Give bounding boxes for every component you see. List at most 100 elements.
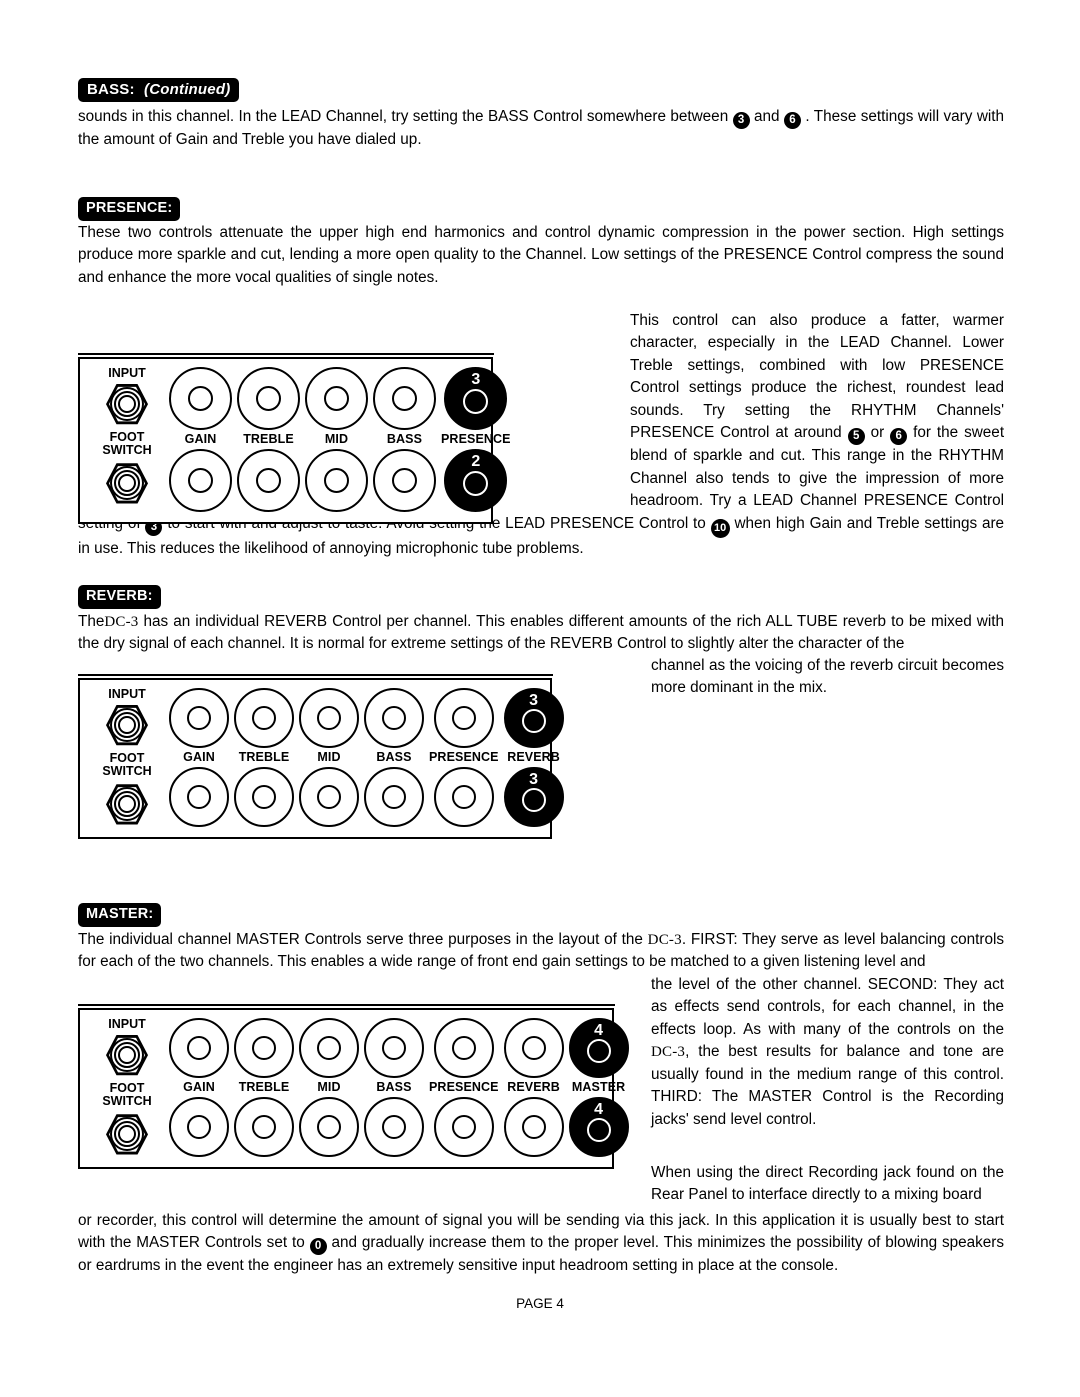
mid-top-knob[interactable] — [299, 688, 359, 748]
mid-top-knob[interactable] — [299, 1018, 359, 1078]
foot-switch-jack-icon[interactable] — [104, 460, 150, 506]
knob-column-gain: GAIN — [169, 688, 229, 828]
presence-bottom-knob[interactable] — [433, 767, 494, 828]
bass-body-paragraph: sounds in this channel. In the LEAD Chan… — [78, 106, 1004, 151]
master-bottom-knob-pointer — [586, 1118, 611, 1143]
master-paragraph: The individual channel MASTER Controls s… — [78, 929, 1004, 974]
reverb-panel-inner: INPUT FOOT SWITCH GAIN TREBLE MID BASS PRESENC… — [80, 680, 564, 837]
knob-label-treble: TREBLE — [243, 432, 294, 446]
mid-bottom-knob[interactable] — [299, 1097, 359, 1158]
bass-top-knob[interactable] — [364, 1018, 424, 1078]
knob-label-gain: GAIN — [183, 750, 215, 764]
bass-bottom-knob-pointer — [392, 468, 417, 494]
presence-bottom-knob[interactable]: 2 — [444, 449, 508, 513]
bass-top-knob[interactable] — [364, 688, 424, 748]
treble-top-knob[interactable] — [237, 367, 300, 430]
reverb-top-knob[interactable] — [503, 1018, 564, 1078]
reverb-top-knob-pointer — [521, 709, 546, 733]
foot-switch-jack-icon[interactable] — [104, 781, 150, 827]
presence-amp-panel: INPUT FOOT SWITCH GAIN TREBLE MID BASS 3 PRESEN… — [77, 352, 510, 525]
master-heading-label: MASTER: — [78, 903, 162, 927]
presence-panel-inner: INPUT FOOT SWITCH GAIN TREBLE MID BASS 3 PRESEN… — [80, 359, 510, 522]
gain-bottom-knob-pointer — [187, 1115, 211, 1140]
knob-column-reverb: 3 REVERB 3 — [503, 688, 564, 828]
presence-bottom-knob-pointer — [451, 785, 476, 810]
presence-bottom-knob[interactable] — [433, 1097, 494, 1158]
gain-bottom-knob[interactable] — [169, 1097, 229, 1158]
gain-top-knob[interactable] — [169, 367, 232, 430]
input-jack-icon[interactable] — [104, 381, 150, 427]
knob-column-bass: BASS — [373, 367, 436, 513]
master-bottom-paragraph: or recorder, this control will determine… — [78, 1210, 1004, 1278]
reverb-bottom-knob-value: 3 — [529, 771, 539, 789]
reverb-panel-jack-column: INPUT FOOT SWITCH — [90, 687, 164, 827]
input-jack-icon[interactable] — [104, 1032, 150, 1078]
bass-badge-3: 3 — [732, 112, 750, 129]
bass-bottom-knob[interactable] — [364, 767, 424, 828]
knob-column-mid: MID — [299, 1018, 359, 1158]
knob-label-mid: MID — [317, 1080, 341, 1094]
bass-top-knob-pointer — [382, 1036, 406, 1060]
gain-top-knob[interactable] — [169, 1018, 229, 1078]
foot-switch-jack-label: FOOT SWITCH — [102, 1081, 152, 1109]
bass-top-knob[interactable] — [373, 367, 436, 430]
master-heading-chip: MASTER: — [78, 903, 162, 927]
knob-label-master: MASTER — [571, 1080, 626, 1094]
reverb-top-knob-pointer — [521, 1036, 546, 1060]
reverb-top-knob[interactable]: 3 — [503, 688, 564, 748]
gain-top-knob-pointer — [187, 1036, 211, 1060]
bass-bottom-knob[interactable] — [373, 449, 436, 513]
gain-bottom-knob[interactable] — [169, 449, 232, 513]
knob-column-treble: TREBLE — [234, 1018, 294, 1158]
gain-bottom-knob-pointer — [188, 468, 213, 494]
mid-top-knob[interactable] — [305, 367, 368, 430]
presence-top-knob[interactable] — [433, 688, 494, 748]
treble-bottom-knob[interactable] — [234, 767, 294, 828]
reverb-bottom-knob[interactable]: 3 — [503, 767, 564, 828]
reverb-model-name: DC-3 — [104, 614, 139, 630]
gain-top-knob[interactable] — [169, 688, 229, 748]
presence-paragraph-2-b: or — [870, 424, 885, 442]
foot-switch-jack-label: FOOT SWITCH — [102, 751, 152, 779]
knob-label-presence: PRESENCE — [429, 750, 499, 764]
master-side-text-b: , the best results for balance and tone … — [651, 1043, 1004, 1128]
presence-paragraph-1: These two controls attenuate the upper h… — [78, 224, 1004, 286]
mid-bottom-knob[interactable] — [299, 767, 359, 828]
knob-label-gain: GAIN — [183, 1080, 215, 1094]
presence-panel-jack-column: INPUT FOOT SWITCH — [90, 366, 164, 506]
reverb-bottom-knob[interactable] — [503, 1097, 564, 1158]
knob-label-mid: MID — [317, 750, 341, 764]
reverb-paragraph-a: The — [78, 613, 105, 630]
master-paragraph-a: The individual channel MASTER Controls s… — [78, 931, 643, 948]
presence-top-knob-pointer — [451, 1036, 476, 1060]
reverb-side-paragraph: channel as the voicing of the reverb cir… — [651, 657, 1004, 697]
presence-top-knob[interactable] — [433, 1018, 494, 1078]
knob-column-master: 4 MASTER 4 — [568, 1018, 629, 1158]
mid-bottom-knob[interactable] — [305, 449, 368, 513]
mid-top-knob-pointer — [317, 1036, 341, 1060]
treble-bottom-knob[interactable] — [234, 1097, 294, 1158]
bass-heading-label: BASS: — [87, 81, 135, 98]
input-jack-icon[interactable] — [104, 702, 150, 748]
knob-column-gain: GAIN — [169, 1018, 229, 1158]
master-panel-jack-column: INPUT FOOT SWITCH — [90, 1017, 164, 1157]
foot-switch-jack-icon[interactable] — [104, 1111, 150, 1157]
master-bottom-knob[interactable]: 4 — [568, 1097, 629, 1158]
presence-bottom-knob-pointer — [451, 1115, 476, 1140]
presence-bottom-knob-value: 2 — [471, 453, 481, 471]
gain-bottom-knob[interactable] — [169, 767, 229, 828]
treble-bottom-knob[interactable] — [237, 449, 300, 513]
master-top-knob[interactable]: 4 — [568, 1018, 629, 1078]
treble-bottom-knob-pointer — [256, 468, 281, 494]
mid-bottom-knob-pointer — [317, 785, 341, 810]
presence-top-knob[interactable]: 3 — [444, 367, 508, 430]
page-footer: PAGE 4 — [516, 1296, 564, 1311]
treble-top-knob[interactable] — [234, 1018, 294, 1078]
reverb-heading-chip: REVERB: — [78, 585, 161, 609]
bass-bottom-knob[interactable] — [364, 1097, 424, 1158]
treble-top-knob[interactable] — [234, 688, 294, 748]
reverb-amp-panel: INPUT FOOT SWITCH GAIN TREBLE MID BASS PRESENC… — [77, 673, 564, 840]
knob-column-bass: BASS — [364, 1018, 424, 1158]
master-model-name: DC-3 — [647, 932, 682, 948]
knob-column-treble: TREBLE — [234, 688, 294, 828]
